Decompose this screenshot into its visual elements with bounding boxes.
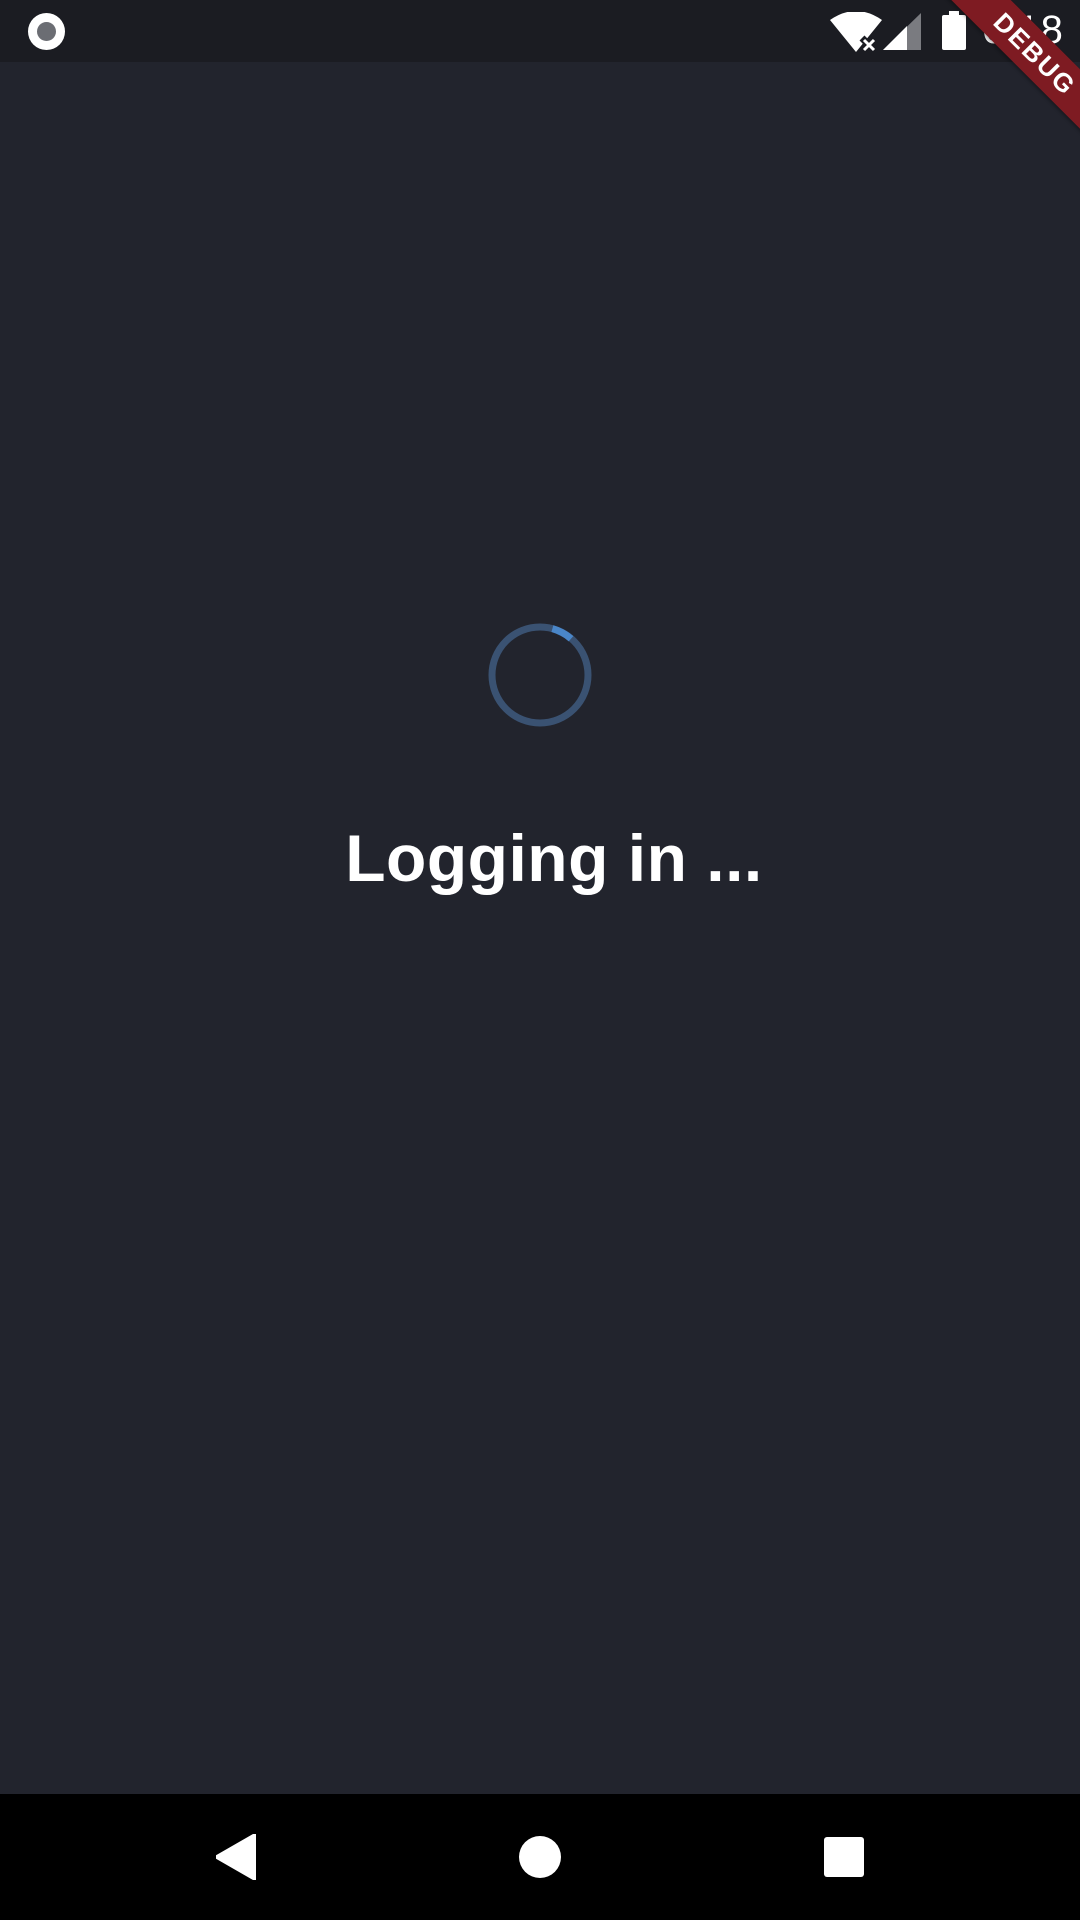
navigation-bar bbox=[0, 1794, 1080, 1920]
login-loading-screen: 6:18 DEBUG Logging in ... bbox=[0, 0, 1080, 1920]
record-icon bbox=[28, 13, 65, 50]
battery-icon bbox=[942, 11, 966, 50]
loading-spinner bbox=[488, 623, 592, 727]
recents-icon[interactable] bbox=[824, 1837, 864, 1877]
back-icon[interactable] bbox=[216, 1834, 256, 1880]
status-bar: 6:18 bbox=[0, 0, 1080, 62]
logging-in-label: Logging in ... bbox=[345, 821, 763, 895]
home-icon[interactable] bbox=[519, 1836, 561, 1878]
cell-signal-icon bbox=[883, 13, 921, 50]
wifi-no-internet-icon bbox=[830, 12, 882, 52]
